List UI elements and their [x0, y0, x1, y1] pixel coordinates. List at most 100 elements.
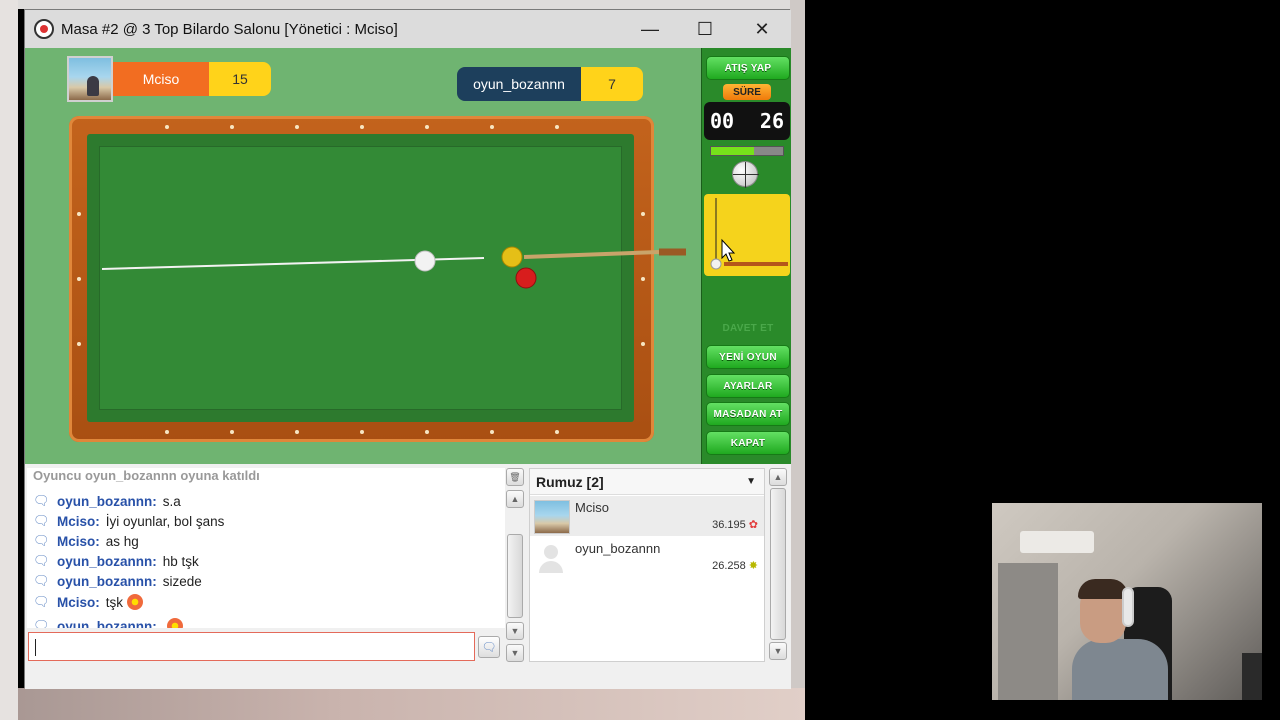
title-bar[interactable]: Masa #2 @ 3 Top Bilardo Salonu [Yönetici…	[25, 10, 791, 48]
close-button[interactable]: ✕	[739, 10, 785, 48]
user-points-value: 26.258	[712, 559, 746, 572]
chat-text: İyi oyunlar, bol şans	[105, 513, 225, 529]
webcam-person-hair	[1078, 579, 1128, 599]
chat-text: as hg	[105, 533, 139, 549]
chat-scroll-down-button[interactable]: ▼	[506, 622, 524, 640]
user-list-title: Rumuz [2]	[536, 473, 604, 490]
chat-text: hb tşk	[162, 553, 199, 569]
timer-minutes: 00	[710, 109, 735, 133]
turn-timer: 00 26	[704, 102, 790, 140]
chat-username[interactable]: Mciso:	[57, 514, 100, 529]
chat-scrollbar[interactable]: 🗑 ▲ ▼ ▼	[506, 468, 524, 662]
chat-message: 🗨 oyun_bozannn: s.a	[33, 491, 181, 511]
user-avatar	[534, 500, 570, 534]
white-ball	[414, 250, 436, 272]
user-points: 36.195 ✿	[712, 518, 758, 532]
users-scroll-thumb[interactable]	[770, 488, 786, 640]
user-row[interactable]: oyun_bozannn 26.258 ✸	[530, 537, 764, 577]
cue-stick[interactable]	[523, 250, 660, 259]
power-selector[interactable]	[704, 194, 790, 276]
game-window: Masa #2 @ 3 Top Bilardo Salonu [Yönetici…	[24, 9, 791, 689]
player-1-avatar	[67, 56, 113, 102]
chat-username[interactable]: Mciso:	[57, 534, 100, 549]
user-points-value: 36.195	[712, 518, 746, 531]
shoot-button[interactable]: ATIŞ YAP	[706, 56, 790, 80]
flower-emoji-icon	[127, 594, 144, 610]
chat-bubble-icon: 🗨	[33, 533, 50, 548]
user-list-header[interactable]: Rumuz [2] ▼	[530, 469, 764, 495]
desktop: Masa #2 @ 3 Top Bilardo Salonu [Yönetici…	[0, 0, 1280, 720]
window-content: Mciso 15 oyun_bozannn 7 ATIŞ YAP SÜRE 00…	[25, 48, 791, 689]
system-message: Oyuncu oyun_bozannn oyuna katıldı	[33, 468, 260, 483]
time-progress-bar	[710, 146, 784, 156]
chat-bubble-icon: 🗨	[33, 618, 50, 628]
timer-seconds: 26	[759, 109, 784, 133]
chat-scroll-thumb[interactable]	[507, 534, 523, 618]
chat-text: tşk	[105, 594, 124, 610]
rank-badge-icon: ✸	[748, 560, 758, 572]
power-selector-graphic	[710, 198, 788, 270]
chat-input[interactable]	[28, 632, 475, 661]
chat-scroll-up-button[interactable]: ▲	[506, 490, 524, 508]
table-overlay	[101, 246, 686, 289]
chat-message: 🗨 oyun_bozannn: hb tşk	[33, 551, 199, 571]
invite-button[interactable]: DAVET ET	[706, 316, 790, 340]
time-label: SÜRE	[723, 84, 771, 100]
background-window-edge	[18, 0, 805, 9]
chat-clear-icon[interactable]: 🗑	[506, 468, 524, 486]
new-game-button[interactable]: YENİ OYUN	[706, 345, 790, 369]
chat-log: Oyuncu oyun_bozannn oyuna katıldı 🗨 oyun_…	[27, 468, 505, 628]
chat-bubble-icon: 🗨	[33, 594, 50, 609]
users-scroll-down-button[interactable]: ▼	[769, 642, 787, 660]
flower-emoji-icon	[166, 618, 183, 628]
chat-message: 🗨 Mciso: tşk	[33, 592, 144, 612]
mouse-cursor-icon	[721, 238, 736, 262]
chat-message: 🗨 Mciso: as hg	[33, 531, 139, 551]
chat-scroll-end-button[interactable]: ▼	[506, 644, 524, 662]
user-name: oyun_bozannn	[575, 541, 661, 556]
player-1-scorebox: Mciso 15	[67, 56, 271, 102]
chat-text: s.a	[162, 493, 181, 509]
desktop-background-strip	[790, 0, 805, 720]
users-scroll-up-button[interactable]: ▲	[769, 468, 787, 486]
chat-bubble-icon: 🗨	[481, 640, 497, 654]
maximize-button[interactable]: ☐	[682, 10, 728, 48]
user-list-scrollbar[interactable]: ▲ ▼	[769, 468, 787, 662]
settings-button[interactable]: AYARLAR	[706, 374, 790, 398]
power-cue-ball	[710, 258, 722, 270]
game-area: Mciso 15 oyun_bozannn 7	[25, 48, 701, 464]
billiard-table[interactable]	[69, 116, 686, 442]
webcam-overlay	[992, 503, 1262, 700]
user-name: Mciso	[575, 500, 609, 515]
chat-username[interactable]: oyun_bozannn:	[57, 494, 157, 509]
kick-from-table-button[interactable]: MASADAN AT	[706, 402, 790, 426]
spin-selector-ball[interactable]	[732, 161, 759, 188]
chat-bubble-icon: 🗨	[33, 573, 50, 588]
user-row[interactable]: Mciso 36.195 ✿	[530, 496, 764, 536]
chat-text: sizede	[162, 573, 202, 589]
close-table-button[interactable]: KAPAT	[706, 431, 790, 455]
chat-bubble-icon: 🗨	[33, 553, 50, 568]
chat-bubble-icon: 🗨	[33, 493, 50, 508]
chat-username[interactable]: oyun_bozannn:	[57, 554, 157, 569]
control-panel: ATIŞ YAP SÜRE 00 26 DAVET ET YENİ OYUN A…	[701, 48, 791, 464]
chat-message: 🗨 oyun_bozannn:	[33, 616, 183, 628]
player-2-score: 7	[581, 67, 643, 101]
time-progress-fill	[711, 147, 755, 155]
player-2-scorebox: oyun_bozannn 7	[457, 67, 643, 101]
yellow-ball	[501, 246, 523, 268]
chat-username[interactable]: oyun_bozannn:	[57, 574, 157, 589]
send-message-button[interactable]: 🗨	[478, 636, 500, 658]
minimize-button[interactable]: —	[627, 10, 673, 48]
chat-username[interactable]: oyun_bozannn:	[57, 619, 157, 629]
desktop-wallpaper	[18, 688, 805, 720]
chevron-down-icon[interactable]: ▼	[746, 476, 756, 487]
webcam-air-conditioner	[1020, 531, 1094, 553]
billiard-app-icon	[34, 19, 54, 39]
chat-message: 🗨 Mciso: İyi oyunlar, bol şans	[33, 511, 224, 531]
red-ball	[515, 267, 537, 289]
chat-username[interactable]: Mciso:	[57, 595, 100, 610]
webcam-shadow	[1242, 653, 1262, 700]
user-list-panel: Rumuz [2] ▼ Mciso 36.195 ✿ oyun_bozannn …	[529, 468, 765, 662]
desktop-background	[0, 0, 18, 720]
